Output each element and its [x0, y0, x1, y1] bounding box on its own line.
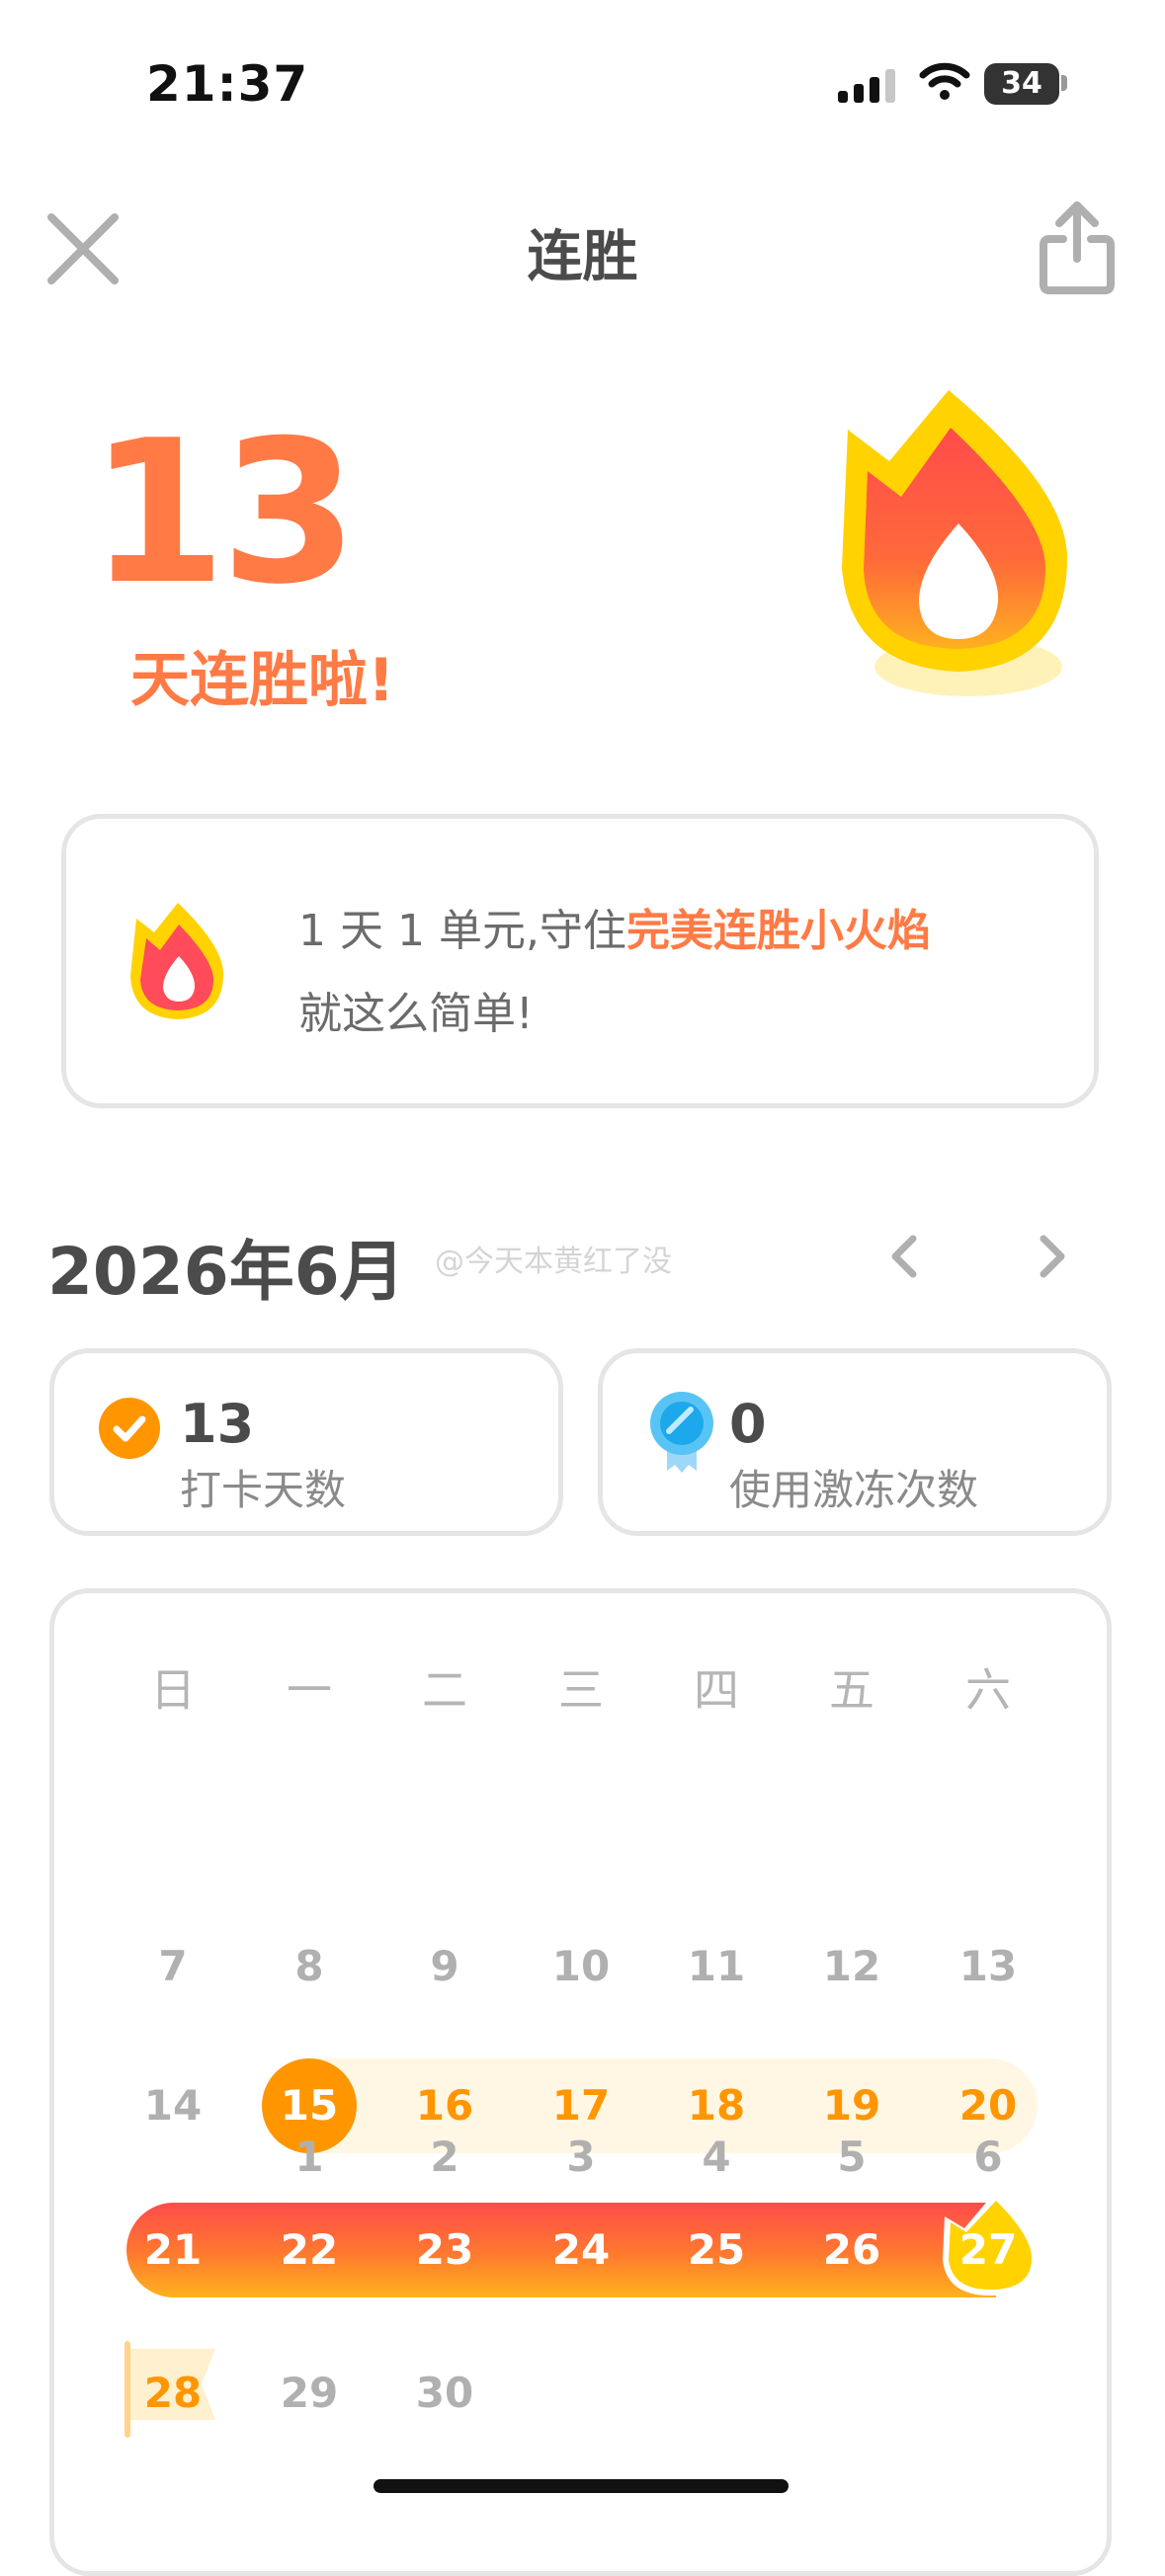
streak-count: 13 [89, 398, 358, 628]
month-title: 2026年6月 [47, 1234, 405, 1310]
streak-freeze-icon [650, 1392, 713, 1473]
freeze-count-value: 0 [729, 1393, 767, 1455]
info-highlight: 完美连胜小火焰 [625, 906, 931, 956]
streak-label: 天连胜啦! [130, 646, 395, 715]
weekday-wed: 三 [558, 1663, 604, 1717]
calendar-day[interactable]: 4 [667, 2128, 766, 2187]
info-text-line2: 就这么简单! [298, 989, 534, 1039]
calendar-day[interactable]: 20 [939, 2076, 1038, 2135]
calendar-day[interactable]: 5 [802, 2128, 901, 2187]
calendar-day[interactable]: 23 [395, 2220, 494, 2280]
wifi-icon [919, 62, 970, 100]
calendar-day[interactable]: 3 [532, 2128, 630, 2187]
cellular-signal-icon [838, 69, 895, 103]
calendar-day[interactable]: 1 [260, 2128, 359, 2187]
calendar-day[interactable]: 25 [667, 2220, 766, 2280]
calendar-day[interactable]: 9 [395, 1937, 494, 1996]
calendar-day[interactable]: 11 [667, 1937, 766, 1996]
flame-icon [130, 903, 223, 1019]
check-icon [99, 1398, 160, 1459]
calendar-day[interactable]: 16 [395, 2076, 494, 2135]
calendar-day[interactable]: 12 [802, 1937, 901, 1996]
calendar-day[interactable]: 14 [124, 2076, 222, 2135]
calendar-day[interactable]: 7 [124, 1937, 222, 1996]
watermark: @今天本黄红了没 [435, 1245, 672, 1279]
status-time: 21:37 [146, 55, 309, 113]
calendar-day[interactable]: 21 [124, 2220, 222, 2280]
battery-tip [1061, 75, 1067, 91]
chevron-left-icon[interactable] [879, 1227, 929, 1286]
calendar-day[interactable]: 28 [124, 2364, 222, 2423]
weekday-sun: 日 [150, 1663, 196, 1717]
calendar-day[interactable]: 8 [260, 1937, 359, 1996]
home-indicator[interactable] [374, 2479, 789, 2493]
share-icon[interactable] [1038, 198, 1117, 296]
info-text: 1 天 1 单元,守住完美连胜小火焰 [298, 895, 931, 958]
calendar-day[interactable]: 22 [260, 2220, 359, 2280]
calendar-day[interactable]: 24 [532, 2220, 630, 2280]
freeze-count-label: 使用激冻次数 [729, 1466, 979, 1514]
checkin-days-value: 13 [180, 1393, 255, 1455]
chevron-right-icon[interactable] [1028, 1227, 1077, 1286]
checkin-days-label: 打卡天数 [180, 1466, 347, 1514]
battery-indicator: 34 [984, 63, 1059, 105]
calendar-day[interactable]: 13 [939, 1937, 1038, 1996]
calendar-day[interactable]: 27 [939, 2220, 1038, 2280]
page-title: 连胜 [527, 225, 638, 289]
calendar-day[interactable]: 15 [260, 2076, 359, 2135]
calendar-day[interactable]: 6 [939, 2128, 1038, 2187]
calendar-day[interactable]: 18 [667, 2076, 766, 2135]
calendar-day[interactable]: 26 [802, 2220, 901, 2280]
calendar-day[interactable]: 17 [532, 2076, 630, 2135]
calendar-day[interactable]: 19 [802, 2076, 901, 2135]
calendar-day[interactable]: 29 [260, 2364, 359, 2423]
week-streak-highlight [265, 2058, 1038, 2153]
weekday-mon: 一 [287, 1663, 332, 1717]
info-text-prefix: 1 天 1 单元,守住 [298, 906, 626, 956]
calendar-day[interactable]: 30 [395, 2364, 494, 2423]
weekday-thu: 四 [694, 1663, 739, 1717]
calendar-day[interactable]: 10 [532, 1937, 630, 1996]
calendar-day[interactable]: 2 [395, 2128, 494, 2187]
weekday-tue: 二 [422, 1663, 467, 1717]
weekday-sat: 六 [965, 1663, 1011, 1717]
weekday-fri: 五 [829, 1663, 874, 1717]
streak-flame-icon [842, 390, 1067, 696]
